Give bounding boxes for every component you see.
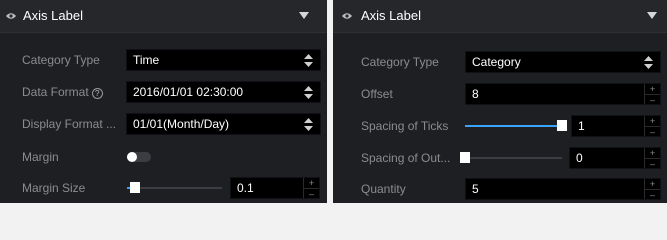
select-arrows-icon <box>304 118 313 131</box>
margin-size-slider-thumb[interactable] <box>130 182 140 193</box>
decrement-button[interactable]: – <box>645 94 660 104</box>
margin-size-label: Margin Size <box>22 181 86 195</box>
offset-value: 8 <box>472 87 479 101</box>
select-arrows-icon <box>644 56 653 69</box>
display-format-value: 01/01(Month/Day) <box>133 117 230 131</box>
spacing-of-ticks-row: Spacing of Ticks 1 + – <box>333 115 667 137</box>
offset-input[interactable]: 8 + – <box>465 83 661 105</box>
eye-icon[interactable] <box>342 12 352 20</box>
caret-down-icon[interactable] <box>299 12 309 19</box>
increment-button[interactable]: + <box>645 84 660 94</box>
quantity-value: 5 <box>472 182 479 196</box>
quantity-input[interactable]: 5 + – <box>465 178 661 200</box>
spacing-of-out-stepper: + – <box>644 148 660 168</box>
display-format-label: Display Format ... <box>22 117 117 131</box>
display-format-select[interactable]: 01/01(Month/Day) <box>126 113 321 135</box>
spacing-of-out-slider-thumb[interactable] <box>460 152 470 163</box>
panel-header[interactable]: Axis Label <box>333 0 667 33</box>
margin-row: Margin <box>0 146 327 168</box>
data-format-label: Data Format <box>22 85 89 99</box>
spacing-of-ticks-label: Spacing of Ticks <box>361 119 449 133</box>
spacing-of-out-input[interactable]: 0 + – <box>569 147 661 169</box>
select-arrows-icon <box>304 86 313 99</box>
caret-down-icon[interactable] <box>647 12 657 19</box>
category-type-label: Category Type <box>361 55 439 69</box>
category-type-label: Category Type <box>22 53 100 67</box>
quantity-label: Quantity <box>361 182 406 196</box>
margin-size-stepper: + – <box>303 178 319 198</box>
spacing-of-ticks-value: 1 <box>578 119 585 133</box>
category-type-select[interactable]: Category <box>465 51 661 73</box>
decrement-button[interactable]: – <box>304 188 319 198</box>
margin-label: Margin <box>22 150 59 164</box>
offset-label: Offset <box>361 87 393 101</box>
eye-icon[interactable] <box>6 12 16 20</box>
data-format-select[interactable]: 2016/01/01 02:30:00 <box>126 81 321 103</box>
margin-toggle-knob <box>127 152 137 162</box>
data-format-row: Data Format? 2016/01/01 02:30:00 <box>0 81 327 103</box>
spacing-of-out-label: Spacing of Out... <box>361 151 451 165</box>
margin-toggle[interactable] <box>127 152 151 162</box>
increment-button[interactable]: + <box>645 116 660 126</box>
quantity-stepper: + – <box>644 179 660 199</box>
decrement-button[interactable]: – <box>645 126 660 136</box>
margin-size-slider[interactable] <box>127 187 222 189</box>
select-arrows-icon <box>304 54 313 67</box>
category-type-value: Time <box>133 53 160 67</box>
increment-button[interactable]: + <box>645 148 660 158</box>
spacing-of-out-slider[interactable] <box>460 157 562 159</box>
category-type-value: Category <box>472 55 521 69</box>
quantity-row: Quantity 5 + – <box>333 178 667 200</box>
panel-title: Axis Label <box>23 8 83 23</box>
data-format-label-wrap: Data Format? <box>22 85 103 99</box>
spacing-of-ticks-slider[interactable] <box>465 125 563 127</box>
offset-row: Offset 8 + – <box>333 83 667 105</box>
axis-label-panel-left: Axis Label Category Type Time Data Forma… <box>0 0 327 203</box>
help-icon[interactable]: ? <box>91 88 103 99</box>
spacing-of-ticks-slider-fill <box>465 125 563 127</box>
panel-header[interactable]: Axis Label <box>0 0 327 33</box>
margin-size-input[interactable]: 0.1 + – <box>230 177 320 199</box>
spacing-of-ticks-stepper: + – <box>644 116 660 136</box>
category-type-row: Category Type Time <box>0 49 327 71</box>
margin-size-row: Margin Size 0.1 + – <box>0 177 327 199</box>
decrement-button[interactable]: – <box>645 158 660 168</box>
data-format-value: 2016/01/01 02:30:00 <box>133 85 244 99</box>
offset-stepper: + – <box>644 84 660 104</box>
spacing-of-out-value: 0 <box>576 151 583 165</box>
panel-title: Axis Label <box>361 8 421 23</box>
decrement-button[interactable]: – <box>645 189 660 199</box>
spacing-of-ticks-slider-thumb[interactable] <box>557 120 567 131</box>
spacing-of-out-row: Spacing of Out... 0 + – <box>333 147 667 169</box>
category-type-select[interactable]: Time <box>126 49 321 71</box>
increment-button[interactable]: + <box>645 179 660 189</box>
category-type-row: Category Type Category <box>333 51 667 73</box>
margin-size-value: 0.1 <box>237 181 254 195</box>
spacing-of-ticks-input[interactable]: 1 + – <box>571 115 661 137</box>
display-format-row: Display Format ... 01/01(Month/Day) <box>0 113 327 135</box>
increment-button[interactable]: + <box>304 178 319 188</box>
axis-label-panel-right: Axis Label Category Type Category Offset… <box>333 0 667 203</box>
